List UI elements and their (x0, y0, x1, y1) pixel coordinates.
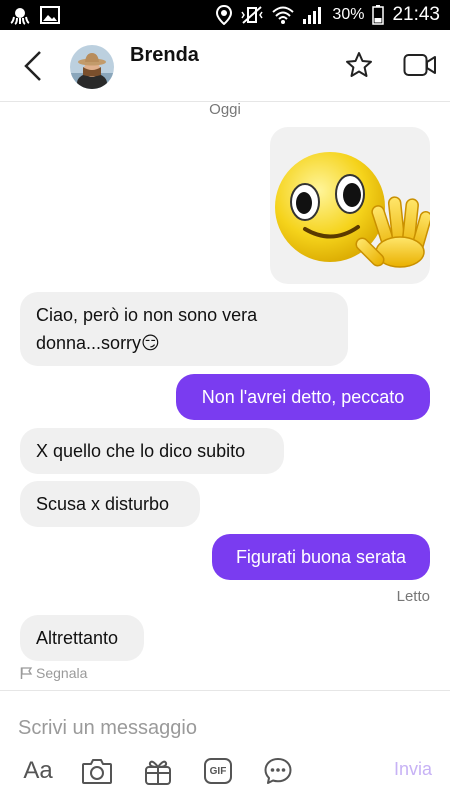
chat-header: Brenda (0, 30, 450, 102)
favorite-button[interactable] (344, 50, 374, 80)
message-incoming[interactable]: Scusa x disturbo (20, 481, 200, 527)
image-icon (40, 5, 60, 25)
message-text: Ciao, però io non sono vera donna...sorr… (36, 305, 258, 353)
message-text: Scusa x disturbo (36, 494, 170, 514)
send-button[interactable]: Invia (394, 759, 432, 780)
message-text: Figurati buona serata (235, 547, 407, 567)
gift-icon (145, 760, 171, 785)
status-bar: 30% 21:43 (0, 0, 450, 30)
video-camera-icon (403, 54, 436, 76)
battery-percent: 30% (332, 6, 365, 23)
waving-emoji-sticker[interactable] (270, 127, 433, 284)
message-incoming[interactable]: Ciao, però io non sono vera donna...sorr… (20, 292, 348, 366)
avatar[interactable] (70, 45, 114, 89)
report-link[interactable]: Segnala (20, 665, 87, 681)
contact-name[interactable]: Brenda (130, 44, 199, 67)
message-incoming[interactable]: Altrettanto (20, 615, 144, 661)
message-input[interactable] (18, 713, 428, 743)
gift-button[interactable] (142, 754, 174, 788)
wifi-icon (272, 5, 295, 25)
camera-button[interactable] (80, 754, 114, 788)
message-outgoing[interactable]: Figurati buona serata (212, 534, 430, 580)
chat-bubble-icon (264, 758, 292, 784)
signal-icon (302, 6, 324, 24)
text-format-label: Aa (23, 757, 53, 784)
octopus-icon (10, 5, 30, 25)
chat-bubble-button[interactable] (262, 754, 294, 788)
date-separator: Oggi (209, 101, 241, 118)
vibrate-mute-icon (240, 5, 264, 25)
location-icon (216, 5, 233, 25)
text-format-button[interactable]: Aa (20, 754, 56, 788)
flag-icon (20, 667, 33, 679)
back-button[interactable] (18, 48, 50, 84)
message-text: Non l'avrei detto, peccato (201, 387, 405, 407)
read-receipt: Letto (396, 588, 430, 605)
clock: 21:43 (392, 4, 440, 25)
camera-icon (82, 759, 112, 784)
chevron-left-icon (24, 51, 41, 81)
message-outgoing[interactable]: Non l'avrei detto, peccato (176, 374, 430, 420)
video-call-button[interactable] (403, 52, 437, 78)
star-icon (346, 52, 372, 77)
message-text: X quello che lo dico subito (36, 441, 246, 461)
message-incoming[interactable]: X quello che lo dico subito (20, 428, 284, 474)
waving-smiley-icon (275, 152, 433, 268)
gif-label: GIF (209, 765, 227, 777)
battery-icon (372, 5, 385, 25)
message-composer: Aa GIF Invia (0, 690, 450, 800)
report-label: Segnala (36, 665, 88, 681)
message-text: Altrettanto (36, 628, 119, 648)
gif-button[interactable]: GIF (202, 754, 234, 788)
